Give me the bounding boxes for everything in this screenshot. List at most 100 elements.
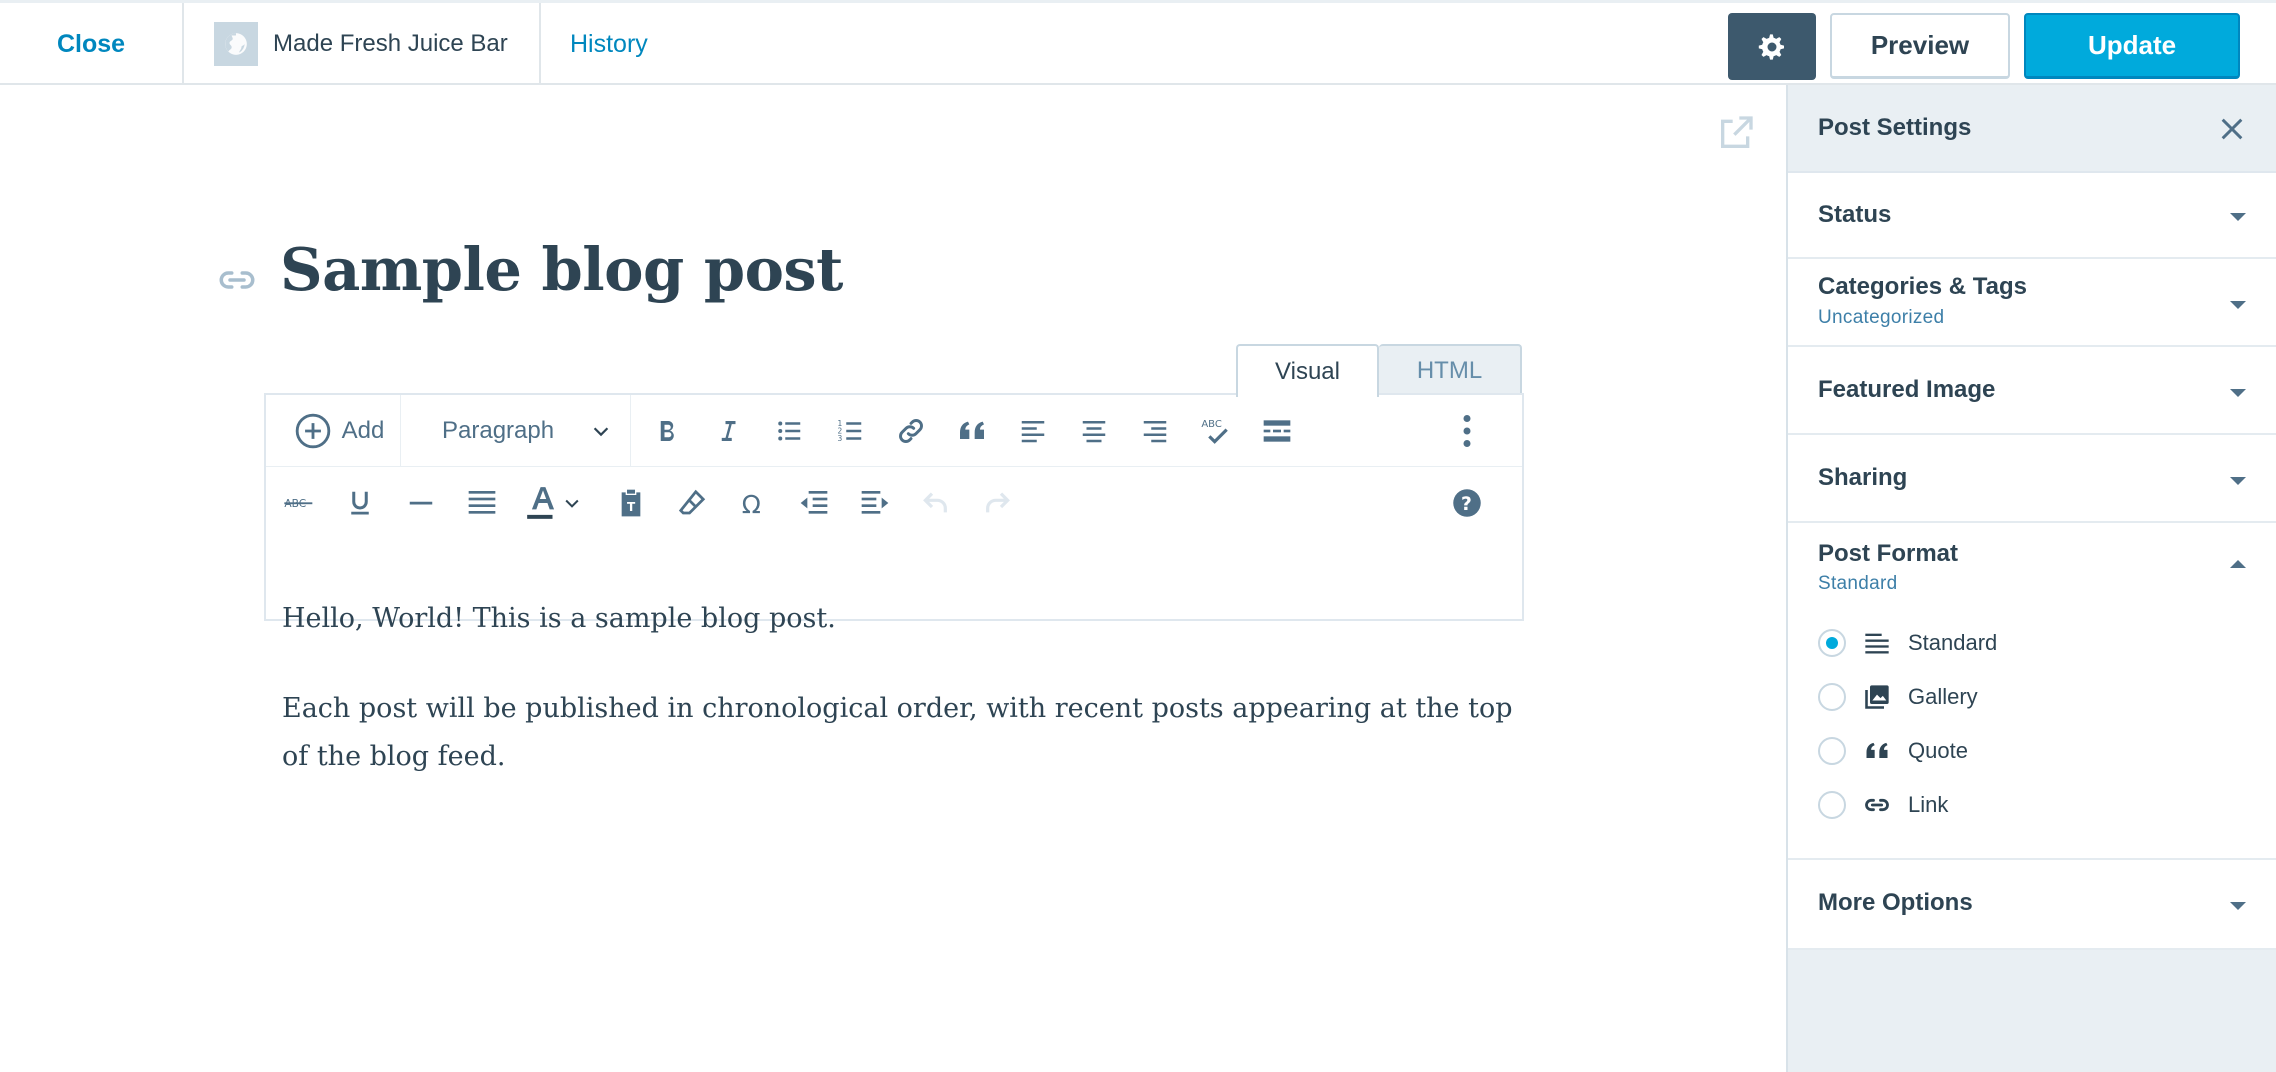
format-option-link[interactable]: Link [1818, 785, 1948, 825]
paragraph-format-select[interactable]: Paragraph [422, 406, 622, 456]
svg-text:Ω: Ω [742, 490, 761, 518]
radio-button[interactable] [1818, 737, 1846, 765]
close-icon[interactable] [2216, 113, 2248, 145]
post-title[interactable]: Sample blog post [280, 235, 843, 304]
undo-icon [923, 492, 947, 513]
quote-icon [1862, 736, 1892, 766]
paste-text-icon: T [621, 489, 641, 517]
format-option-quote[interactable]: Quote [1818, 731, 1968, 771]
featured-image-section[interactable]: Featured Image [1788, 347, 2276, 435]
content-paragraph[interactable]: Hello, World! This is a sample blog post… [282, 595, 1542, 643]
gallery-icon [1862, 682, 1892, 712]
underline-button[interactable] [335, 478, 385, 528]
align-center-button[interactable] [1069, 406, 1119, 456]
tab-visual[interactable]: Visual [1236, 344, 1379, 397]
spellcheck-button[interactable]: ABC [1191, 406, 1241, 456]
help-icon: ? [1453, 489, 1481, 517]
indent-icon [861, 491, 889, 514]
undo-button[interactable] [911, 478, 961, 528]
close-button[interactable]: Close [0, 3, 184, 85]
justify-icon [468, 491, 496, 514]
content-paragraph[interactable]: Each post will be published in chronolog… [282, 685, 1542, 781]
underline-icon [351, 491, 369, 515]
strikethrough-icon: ABC [284, 497, 313, 510]
editor-area: Sample blog post Visual HTML Add Paragra… [0, 85, 1786, 1072]
more-options-section[interactable]: More Options [1788, 860, 2276, 950]
radio-label: Link [1908, 792, 1949, 817]
external-link-icon[interactable] [1716, 113, 1756, 153]
caret-down-icon [2230, 389, 2246, 397]
more-tag-button[interactable] [1252, 406, 1302, 456]
italic-button[interactable] [703, 406, 753, 456]
settings-button[interactable] [1728, 13, 1816, 80]
permalink-icon[interactable] [216, 259, 258, 301]
sharing-section[interactable]: Sharing [1788, 435, 2276, 523]
caret-up-icon[interactable] [2230, 560, 2246, 568]
blockquote-button[interactable] [947, 406, 997, 456]
bold-button[interactable] [642, 406, 692, 456]
clear-formatting-button[interactable] [667, 478, 717, 528]
add-media-button[interactable]: Add [284, 406, 394, 456]
align-left-button[interactable] [1008, 406, 1058, 456]
redo-button[interactable] [972, 478, 1022, 528]
bold-icon [660, 421, 674, 441]
post-content[interactable]: Hello, World! This is a sample blog post… [282, 595, 1542, 823]
link-icon [1862, 790, 1892, 820]
categories-tags-section[interactable]: Categories & Tags Uncategorized [1788, 259, 2276, 347]
caret-down-icon [2230, 477, 2246, 485]
svg-text:3: 3 [838, 434, 843, 443]
toolbar-divider [400, 395, 401, 467]
section-subtitle: Standard [1818, 573, 1898, 594]
section-title[interactable]: Post Format [1818, 540, 1958, 568]
site-name: Made Fresh Juice Bar [273, 30, 508, 57]
outdent-button[interactable] [789, 478, 839, 528]
indent-button[interactable] [850, 478, 900, 528]
sidebar-title: Post Settings [1818, 114, 1972, 141]
align-right-button[interactable] [1130, 406, 1180, 456]
align-center-icon [1082, 421, 1106, 443]
preview-button[interactable]: Preview [1830, 13, 2010, 79]
radio-button[interactable] [1818, 629, 1846, 657]
horizontal-rule-icon [409, 501, 433, 505]
format-option-gallery[interactable]: Gallery [1818, 677, 1978, 717]
radio-button[interactable] [1818, 683, 1846, 711]
site-switcher[interactable]: Made Fresh Juice Bar [184, 3, 541, 85]
toolbar-divider [630, 395, 631, 467]
help-button[interactable]: ? [1442, 478, 1492, 528]
radio-button[interactable] [1818, 791, 1846, 819]
justify-button[interactable] [457, 478, 507, 528]
special-character-button[interactable]: Ω [728, 478, 778, 528]
section-title: Status [1818, 201, 1892, 228]
text-color-button[interactable] [518, 478, 588, 528]
gear-icon [1758, 33, 1784, 60]
tab-html[interactable]: HTML [1379, 344, 1522, 395]
section-subtitle: Uncategorized [1818, 307, 1945, 328]
special-character-icon: Ω [742, 490, 761, 518]
ellipsis-icon [1463, 415, 1471, 447]
add-circle-icon [295, 413, 330, 449]
svg-text:?: ? [1461, 494, 1472, 515]
post-format-section: Post Format Standard Standard Gallery Qu… [1788, 523, 2276, 860]
strikethrough-button[interactable]: ABC [274, 478, 324, 528]
radio-label: Gallery [1908, 684, 1978, 709]
insert-link-button[interactable] [886, 406, 936, 456]
history-link[interactable]: History [570, 3, 648, 85]
format-option-standard[interactable]: Standard [1818, 623, 1997, 663]
bulleted-list-button[interactable] [764, 406, 814, 456]
status-section[interactable]: Status [1788, 173, 2276, 259]
update-button[interactable]: Update [2024, 13, 2240, 79]
standard-format-icon [1862, 628, 1892, 658]
toolbar-toggle-button[interactable] [1442, 406, 1492, 456]
caret-down-icon [2230, 902, 2246, 910]
numbered-list-button[interactable]: 123 [825, 406, 875, 456]
editor-mode-tabs: Visual HTML [1236, 344, 1522, 397]
section-title: Featured Image [1818, 376, 1996, 403]
paste-text-button[interactable]: T [606, 478, 656, 528]
svg-text:T: T [627, 500, 636, 514]
editor-toolbar: Add Paragraph 123 ABC ABC T Ω ? [264, 393, 1524, 621]
horizontal-rule-button[interactable] [396, 478, 446, 528]
post-settings-sidebar: Post Settings Status Categories & Tags U… [1786, 85, 2276, 1072]
chevron-down-icon [593, 427, 609, 437]
align-left-icon [1021, 421, 1045, 443]
link-icon [899, 419, 923, 443]
